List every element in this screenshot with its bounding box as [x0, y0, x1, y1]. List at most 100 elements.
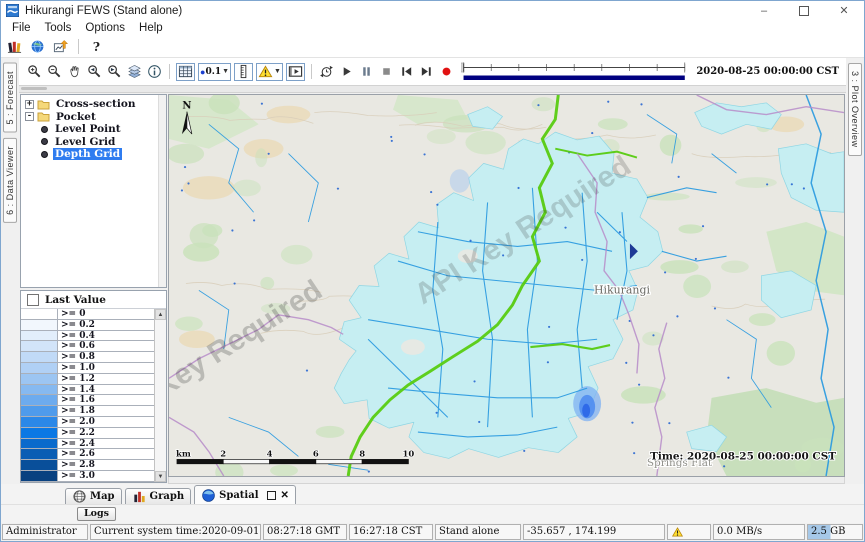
svg-text:2: 2 [220, 449, 226, 459]
maximize-icon [799, 6, 809, 16]
legend-label: >= 1.6 [58, 395, 154, 405]
scroll-down-icon[interactable]: ▼ [155, 471, 166, 482]
database-button[interactable] [6, 38, 23, 56]
tab-graph[interactable]: Graph [125, 488, 192, 504]
stop-button[interactable] [378, 63, 395, 81]
info-button[interactable] [146, 63, 163, 81]
collapse-icon[interactable]: - [25, 112, 34, 121]
scroll-up-icon[interactable]: ▲ [155, 309, 166, 320]
legend-row: >= 3.0 [21, 471, 154, 482]
ruler-button[interactable] [234, 63, 253, 81]
close-button[interactable]: ✕ [824, 1, 864, 20]
graph-bars-icon [132, 489, 147, 504]
globe-display-button[interactable] [29, 38, 46, 56]
map-time-label: Time: 2020-08-25 00:00:00 CST [650, 450, 836, 462]
status-mode: Stand alone [435, 524, 521, 540]
shortcut-tab-1[interactable]: 5 : Forecast [3, 63, 17, 133]
pan-button[interactable] [66, 63, 83, 81]
tree-scrollbar[interactable] [158, 95, 166, 287]
globe-display-icon [30, 39, 45, 54]
menu-help[interactable]: Help [132, 21, 170, 35]
tab-spatial[interactable]: Spatial ✕ [194, 485, 296, 504]
warning-button[interactable]: ▼ [256, 63, 283, 81]
tree-item-cross-section[interactable]: + Cross-section [21, 98, 158, 111]
legend-swatch [21, 385, 58, 395]
shortcut-tab-2[interactable]: 6 : Data Viewer [3, 138, 17, 223]
step-forward-button[interactable] [418, 63, 435, 81]
tree-item-label: Cross-section [54, 98, 138, 110]
svg-text:N: N [182, 101, 191, 112]
zoom-in-button[interactable] [26, 63, 43, 81]
map-horizontal-scrollbar[interactable] [168, 477, 845, 484]
refresh-clock-button[interactable] [318, 63, 335, 81]
tab-map[interactable]: Map [65, 488, 122, 504]
map-wire-icon [72, 489, 87, 504]
menu-options[interactable]: Options [78, 21, 132, 35]
spatial-display-button[interactable] [52, 38, 69, 56]
tree-item-label: Level Point [53, 123, 123, 135]
spatial-display-icon [53, 39, 68, 54]
last-value-checkbox[interactable] [27, 294, 39, 306]
zoom-previous-button[interactable] [86, 63, 103, 81]
layers-button[interactable] [126, 63, 143, 81]
top-scrollbar[interactable] [19, 85, 846, 93]
legend-row: >= 1.2 [21, 374, 154, 385]
town-label: Hikurangi [594, 283, 651, 296]
tree-item-depth-grid[interactable]: Depth Grid [21, 148, 158, 161]
menu-file[interactable]: File [5, 21, 38, 35]
legend-label: >= 0 [58, 309, 154, 319]
folder-icon [37, 111, 50, 122]
menu-tools[interactable]: Tools [38, 21, 79, 35]
status-user: Administrator [2, 524, 88, 540]
ruler-icon [236, 64, 251, 79]
zoom-out-button[interactable] [46, 63, 63, 81]
legend-label: >= 0.6 [58, 341, 154, 351]
legend-scrollbar[interactable]: ▲ ▼ [154, 309, 166, 482]
help-icon: ? [89, 39, 104, 54]
warning-icon [258, 64, 273, 79]
main-toolbar: ? [1, 36, 864, 58]
legend-swatch [21, 395, 58, 405]
legend-row: >= 2.0 [21, 417, 154, 428]
legend-swatch [21, 471, 58, 481]
zoom-next-button[interactable] [106, 63, 123, 81]
status-network-rate: 0.0 MB/s [713, 524, 805, 540]
tab-close-icon[interactable]: ✕ [281, 490, 289, 501]
zoom-previous-icon [87, 64, 102, 79]
record-button[interactable] [438, 63, 455, 81]
legend-row: >= 0.2 [21, 320, 154, 331]
step-forward-icon [419, 64, 434, 79]
timeline-datetime: 2020-08-25 00:00:00 CST [693, 66, 842, 77]
legend-swatch [21, 341, 58, 351]
maximize-button[interactable] [784, 1, 824, 20]
logs-button[interactable]: Logs [77, 507, 116, 521]
legend-label: >= 2.8 [58, 460, 154, 470]
tree-item-level-grid[interactable]: Level Grid [21, 136, 158, 149]
decimal-button[interactable]: ●0.1▼ [198, 63, 231, 81]
pause-button[interactable] [358, 63, 375, 81]
legend-row: >= 0 [21, 309, 154, 320]
grid-button[interactable] [176, 63, 195, 81]
legend-row: >= 0.6 [21, 341, 154, 352]
minimize-button[interactable]: – [744, 1, 784, 20]
tree-item-pocket[interactable]: -Pocket [21, 111, 158, 124]
tab-label: Spatial [219, 490, 258, 501]
map-canvas[interactable]: API Key Required API Key Required Hikura… [168, 94, 845, 477]
legend-row: >= 2.2 [21, 428, 154, 439]
tree-item-level-point[interactable]: Level Point [21, 123, 158, 136]
animation-icon [288, 64, 303, 79]
bullet-icon [41, 151, 48, 158]
shortcut-tab-right-1[interactable]: 3 : Plot Overview [848, 63, 862, 156]
status-warning-icon [667, 524, 711, 540]
help-button[interactable]: ? [88, 38, 105, 56]
legend-swatch [21, 428, 58, 438]
step-back-button[interactable] [398, 63, 415, 81]
play-button[interactable] [338, 63, 355, 81]
legend-label: >= 0.2 [58, 320, 154, 330]
expand-icon[interactable]: + [25, 100, 34, 109]
legend-row: >= 2.6 [21, 449, 154, 460]
timeline-slider[interactable] [461, 62, 687, 82]
svg-text:km: km [176, 449, 191, 459]
animation-button[interactable] [286, 63, 305, 81]
tab-maximize-icon[interactable] [267, 491, 276, 500]
